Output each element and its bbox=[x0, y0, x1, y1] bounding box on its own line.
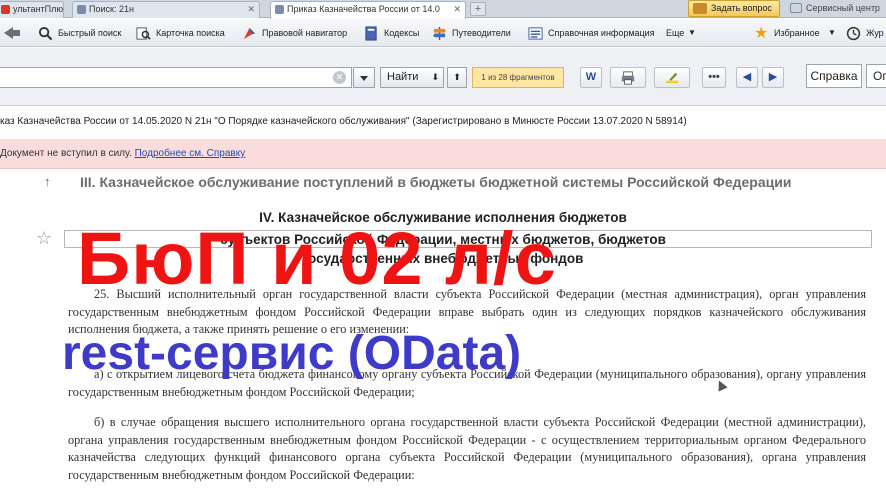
next-document-button[interactable]: ▶ bbox=[762, 67, 784, 88]
prev-document-button[interactable]: ◀ bbox=[736, 67, 758, 88]
arrow-left-icon: ◀ bbox=[742, 71, 752, 83]
codes-label: Кодексы bbox=[384, 28, 420, 38]
search-history-dropdown[interactable] bbox=[353, 67, 375, 88]
search-card-icon bbox=[136, 27, 151, 40]
tab-label: Поиск: 21н bbox=[89, 4, 134, 14]
close-icon[interactable]: ✕ bbox=[453, 2, 461, 17]
reference-icon bbox=[528, 27, 543, 40]
tab-search[interactable]: Поиск: 21н ✕ bbox=[72, 1, 260, 18]
highlight-button[interactable] bbox=[654, 67, 690, 88]
word-icon: W bbox=[585, 71, 597, 83]
guides-icon bbox=[432, 26, 447, 41]
ask-question-button[interactable]: Задать вопрос bbox=[688, 0, 780, 17]
guides-label: Путеводители bbox=[452, 28, 511, 38]
consultant-logo-icon bbox=[1, 5, 10, 14]
service-label: Сервисный центр bbox=[806, 3, 880, 13]
find-previous-button[interactable]: ⬆ bbox=[447, 67, 467, 88]
star-icon: ★ bbox=[754, 25, 769, 42]
overlay-title-blue: rest-сервис (OData) bbox=[62, 327, 522, 380]
service-icon bbox=[790, 3, 802, 13]
search-icon bbox=[38, 26, 53, 41]
tab-label: ультантПлюс bbox=[13, 4, 64, 14]
more-label: Еще bbox=[666, 28, 685, 38]
main-toolbar: Быстрый поиск Карточка поиска Правовой н… bbox=[0, 19, 886, 47]
marker-icon bbox=[665, 72, 679, 84]
legal-navigator-label: Правовой навигатор bbox=[262, 28, 348, 38]
find-label: Найти bbox=[387, 71, 419, 83]
notice-text: Документ не вступил в силу. bbox=[0, 148, 135, 159]
quick-search-label: Быстрый поиск bbox=[58, 28, 122, 38]
document-search-bar: ✕ Найти ⬇ ⬆ 1 из 28 фрагментов W ••• ◀ ▶ bbox=[0, 48, 886, 106]
printer-icon bbox=[621, 71, 635, 85]
close-icon[interactable]: ✕ bbox=[247, 2, 255, 17]
document-title: каз Казначейства России от 14.05.2020 N … bbox=[0, 116, 687, 127]
notice-help-link[interactable]: Подробнее см. Справку bbox=[135, 148, 246, 159]
back-arrow-tail bbox=[12, 30, 20, 36]
search-tab-icon bbox=[77, 5, 86, 14]
not-in-force-notice: Документ не вступил в силу. Подробнее см… bbox=[0, 139, 886, 169]
service-center-link[interactable]: Сервисный центр bbox=[790, 0, 880, 17]
arrow-down-icon: ⬇ bbox=[431, 72, 439, 82]
reference-info-label: Справочная информация bbox=[548, 28, 655, 38]
paragraph-b: б) в случае обращения высшего исполнител… bbox=[68, 415, 866, 482]
tab-consultant[interactable]: ультантПлюс bbox=[0, 1, 64, 18]
print-button[interactable] bbox=[610, 67, 646, 88]
search-card-label: Карточка поиска bbox=[156, 28, 225, 38]
chevron-down-icon: ▼ bbox=[828, 28, 836, 37]
navigator-icon bbox=[243, 27, 256, 40]
codes-icon bbox=[365, 26, 377, 41]
chat-icon bbox=[693, 3, 707, 14]
clear-icon[interactable]: ✕ bbox=[333, 71, 346, 84]
word-export-button[interactable]: W bbox=[580, 67, 602, 88]
chevron-down-icon: ▼ bbox=[688, 28, 696, 37]
tab-bar: ультантПлюс Поиск: 21н ✕ Приказ Казначей… bbox=[0, 0, 886, 19]
history-icon bbox=[846, 26, 861, 41]
favorites-label: Избранное bbox=[774, 28, 820, 38]
tab-label: Приказ Казначейства России от 14.0 bbox=[287, 4, 440, 14]
tab-document[interactable]: Приказ Казначейства России от 14.0 ✕ bbox=[270, 1, 466, 19]
extra-button[interactable]: Ог bbox=[866, 64, 886, 88]
section-heading[interactable]: III. Казначейское обслуживание поступлен… bbox=[80, 174, 791, 190]
history-label: Жур bbox=[866, 28, 884, 38]
ellipsis-icon: ••• bbox=[708, 71, 720, 83]
arrow-right-icon: ▶ bbox=[768, 71, 778, 83]
scroll-up-arrow-icon[interactable]: ↑ bbox=[44, 174, 51, 189]
new-tab-button[interactable]: + bbox=[470, 2, 486, 16]
overlay-title-red: БюП и 02 л/с bbox=[77, 217, 557, 300]
more-options-button[interactable]: ••• bbox=[702, 67, 726, 88]
help-button[interactable]: Справка bbox=[806, 64, 862, 88]
document-tab-icon bbox=[275, 5, 284, 14]
find-button[interactable]: Найти ⬇ bbox=[380, 67, 444, 88]
fragments-counter: 1 из 28 фрагментов bbox=[472, 67, 564, 88]
ask-question-label: Задать вопрос bbox=[711, 3, 772, 13]
search-text-input[interactable] bbox=[0, 67, 352, 88]
